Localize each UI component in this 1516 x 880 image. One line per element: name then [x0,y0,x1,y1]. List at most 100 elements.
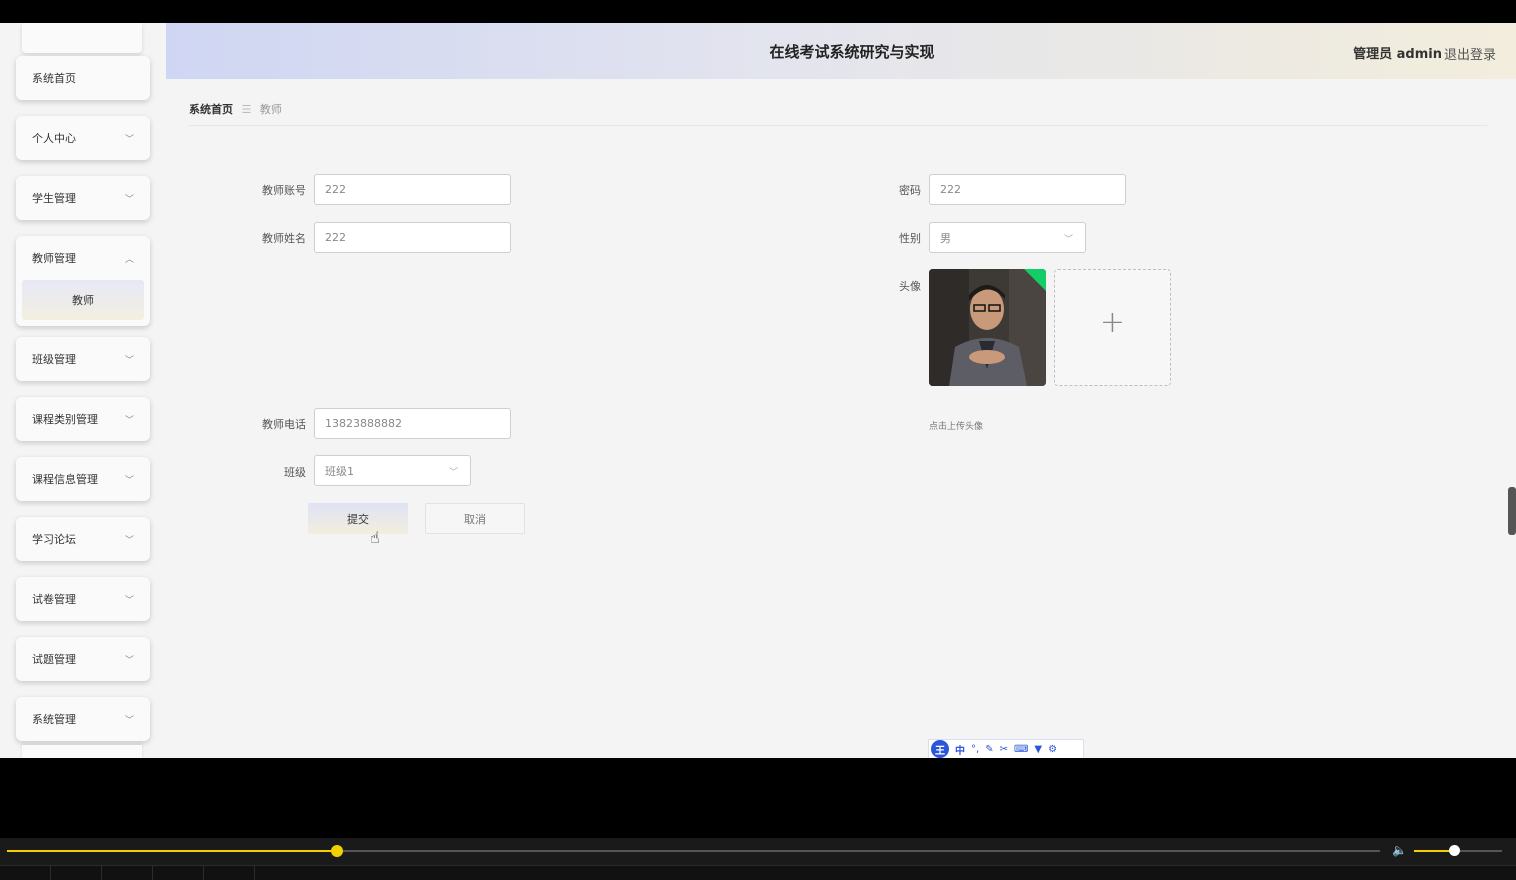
app-title: 在线考试系统研究与实现 [769,43,935,61]
cancel-button[interactable]: 取消 [425,503,525,534]
player-controls-strip [0,865,1516,880]
sidebar-item-system-management[interactable]: 系统管理 ﹀ [16,697,150,741]
class-value: 班级1 [325,464,354,478]
upload-hint: 点击上传头像 [929,422,984,432]
account-label: 教师账号 [262,184,306,197]
password-label: 密码 [899,184,921,197]
sidebar-item-label: 学生管理 [32,192,76,205]
breadcrumb-separator-icon: ☰ [241,103,252,116]
sidebar-item-label: 试题管理 [32,653,76,666]
chevron-down-icon: ﹀ [124,536,134,546]
control-slot[interactable] [102,866,153,880]
phone-input[interactable]: 13823888882 [314,408,511,439]
punctuation-icon[interactable]: °, [971,744,979,755]
name-value: 222 [325,231,346,244]
progress-knob[interactable] [330,845,343,857]
breadcrumb-current: 教师 [259,103,282,116]
shirt-icon[interactable]: ▼ [1034,744,1042,755]
phone-value: 13823888882 [325,417,402,430]
volume-icon[interactable]: 🔈 [1392,843,1407,857]
scrollbar-handle[interactable] [1508,487,1516,535]
control-slot[interactable] [204,866,255,880]
chevron-down-icon: ﹀ [1063,235,1073,245]
pen-icon[interactable]: ✎ [985,744,993,755]
progress-fill [7,850,337,852]
hand-cursor-icon: ☝ [370,528,380,547]
sidebar-item-paper-management[interactable]: 试卷管理 ﹀ [16,577,150,621]
avatar-upload-button[interactable]: + [1054,269,1171,386]
progress-track[interactable] [7,845,1380,857]
chevron-down-icon: ﹀ [448,468,458,478]
breadcrumb: 系统首页 ☰ 教师 [189,101,282,117]
chevron-down-icon: ﹀ [124,416,134,426]
avatar-label: 头像 [899,280,921,293]
name-label: 教师姓名 [262,232,306,245]
ime-toolbar[interactable]: 王 中 °, ✎ ✂ ⌨ ▼ ⚙ [928,739,1084,758]
sidebar-item-teacher-management[interactable]: 教师管理 ︿ 教师 [16,236,150,326]
chevron-down-icon: ﹀ [124,656,134,666]
scissors-icon[interactable]: ✂ [1000,744,1008,755]
sidebar-item-question-management[interactable]: 试题管理 ﹀ [16,637,150,681]
video-player-bar: 🔈 [0,838,1516,880]
chevron-down-icon: ﹀ [124,596,134,606]
ime-logo-icon[interactable]: 王 [931,740,949,758]
sidebar-item-student-management[interactable]: 学生管理 ﹀ [16,176,150,220]
sidebar-top-edge [22,23,142,53]
sidebar-item-label: 系统管理 [32,713,76,726]
volume-fill [1414,850,1454,852]
plus-icon: + [1099,305,1126,340]
current-user: 管理员 admin [1353,47,1442,62]
gender-value: 男 [940,231,951,245]
gear-icon[interactable]: ⚙ [1048,744,1057,755]
chevron-down-icon: ﹀ [124,476,134,486]
chevron-down-icon: ﹀ [124,195,134,205]
sidebar-item-forum[interactable]: 学习论坛 ﹀ [16,517,150,561]
sidebar-item-label: 个人中心 [32,132,76,145]
control-slot[interactable] [51,866,102,880]
uploaded-check-icon [1024,269,1046,291]
sidebar-bottom-edge [22,745,142,758]
chevron-down-icon: ﹀ [124,135,134,145]
sidebar-item-class-management[interactable]: 班级管理 ﹀ [16,337,150,381]
sidebar-item-personal-center[interactable]: 个人中心 ﹀ [16,116,150,160]
sidebar-subitem-label: 教师 [72,294,94,307]
chevron-down-icon: ﹀ [124,716,134,726]
gender-select[interactable]: 男 ﹀ [929,222,1086,253]
gender-label: 性别 [899,232,921,245]
submit-button[interactable]: 提交 [308,503,408,534]
class-select[interactable]: 班级1 ﹀ [314,455,471,486]
account-value: 222 [325,183,346,196]
sidebar-item-course-info[interactable]: 课程信息管理 ﹀ [16,457,150,501]
sidebar-item-label: 学习论坛 [32,533,76,546]
sidebar-item-label: 系统首页 [32,72,76,85]
ime-mode-toggle[interactable]: 中 [955,742,965,757]
sidebar-item-label: 试卷管理 [32,593,76,606]
logout-link[interactable]: 退出登录 [1444,44,1496,63]
sidebar-subitem-teacher[interactable]: 教师 [22,280,144,320]
breadcrumb-home[interactable]: 系统首页 [189,103,233,116]
sidebar-item-label: 教师管理 [32,252,76,265]
volume-track[interactable] [1414,845,1502,856]
password-input[interactable]: 222 [929,174,1126,205]
sidebar-item-label: 班级管理 [32,353,76,366]
control-slot[interactable] [0,866,51,880]
divider [189,125,1487,126]
sidebar-item-label: 课程信息管理 [32,473,98,486]
password-value: 222 [940,183,961,196]
account-input[interactable]: 222 [314,174,511,205]
name-input[interactable]: 222 [314,222,511,253]
top-header: 在线考试系统研究与实现 管理员 admin 退出登录 [166,23,1516,79]
class-label: 班级 [284,466,306,479]
sidebar: 系统首页 个人中心 ﹀ 学生管理 ﹀ 教师管理 ︿ 教师 班级管理 ﹀ 课程类别… [0,23,166,758]
volume-knob[interactable] [1448,845,1460,856]
avatar-image[interactable] [929,269,1046,386]
chevron-up-icon: ︿ [124,255,134,265]
phone-label: 教师电话 [262,418,306,431]
chevron-down-icon: ﹀ [124,356,134,366]
keyboard-icon[interactable]: ⌨ [1014,744,1028,755]
control-slot[interactable] [153,866,204,880]
sidebar-item-label: 课程类别管理 [32,413,98,426]
sidebar-item-course-category[interactable]: 课程类别管理 ﹀ [16,397,150,441]
app-window: 系统首页 个人中心 ﹀ 学生管理 ﹀ 教师管理 ︿ 教师 班级管理 ﹀ 课程类别… [0,23,1516,758]
sidebar-item-home[interactable]: 系统首页 [16,56,150,100]
